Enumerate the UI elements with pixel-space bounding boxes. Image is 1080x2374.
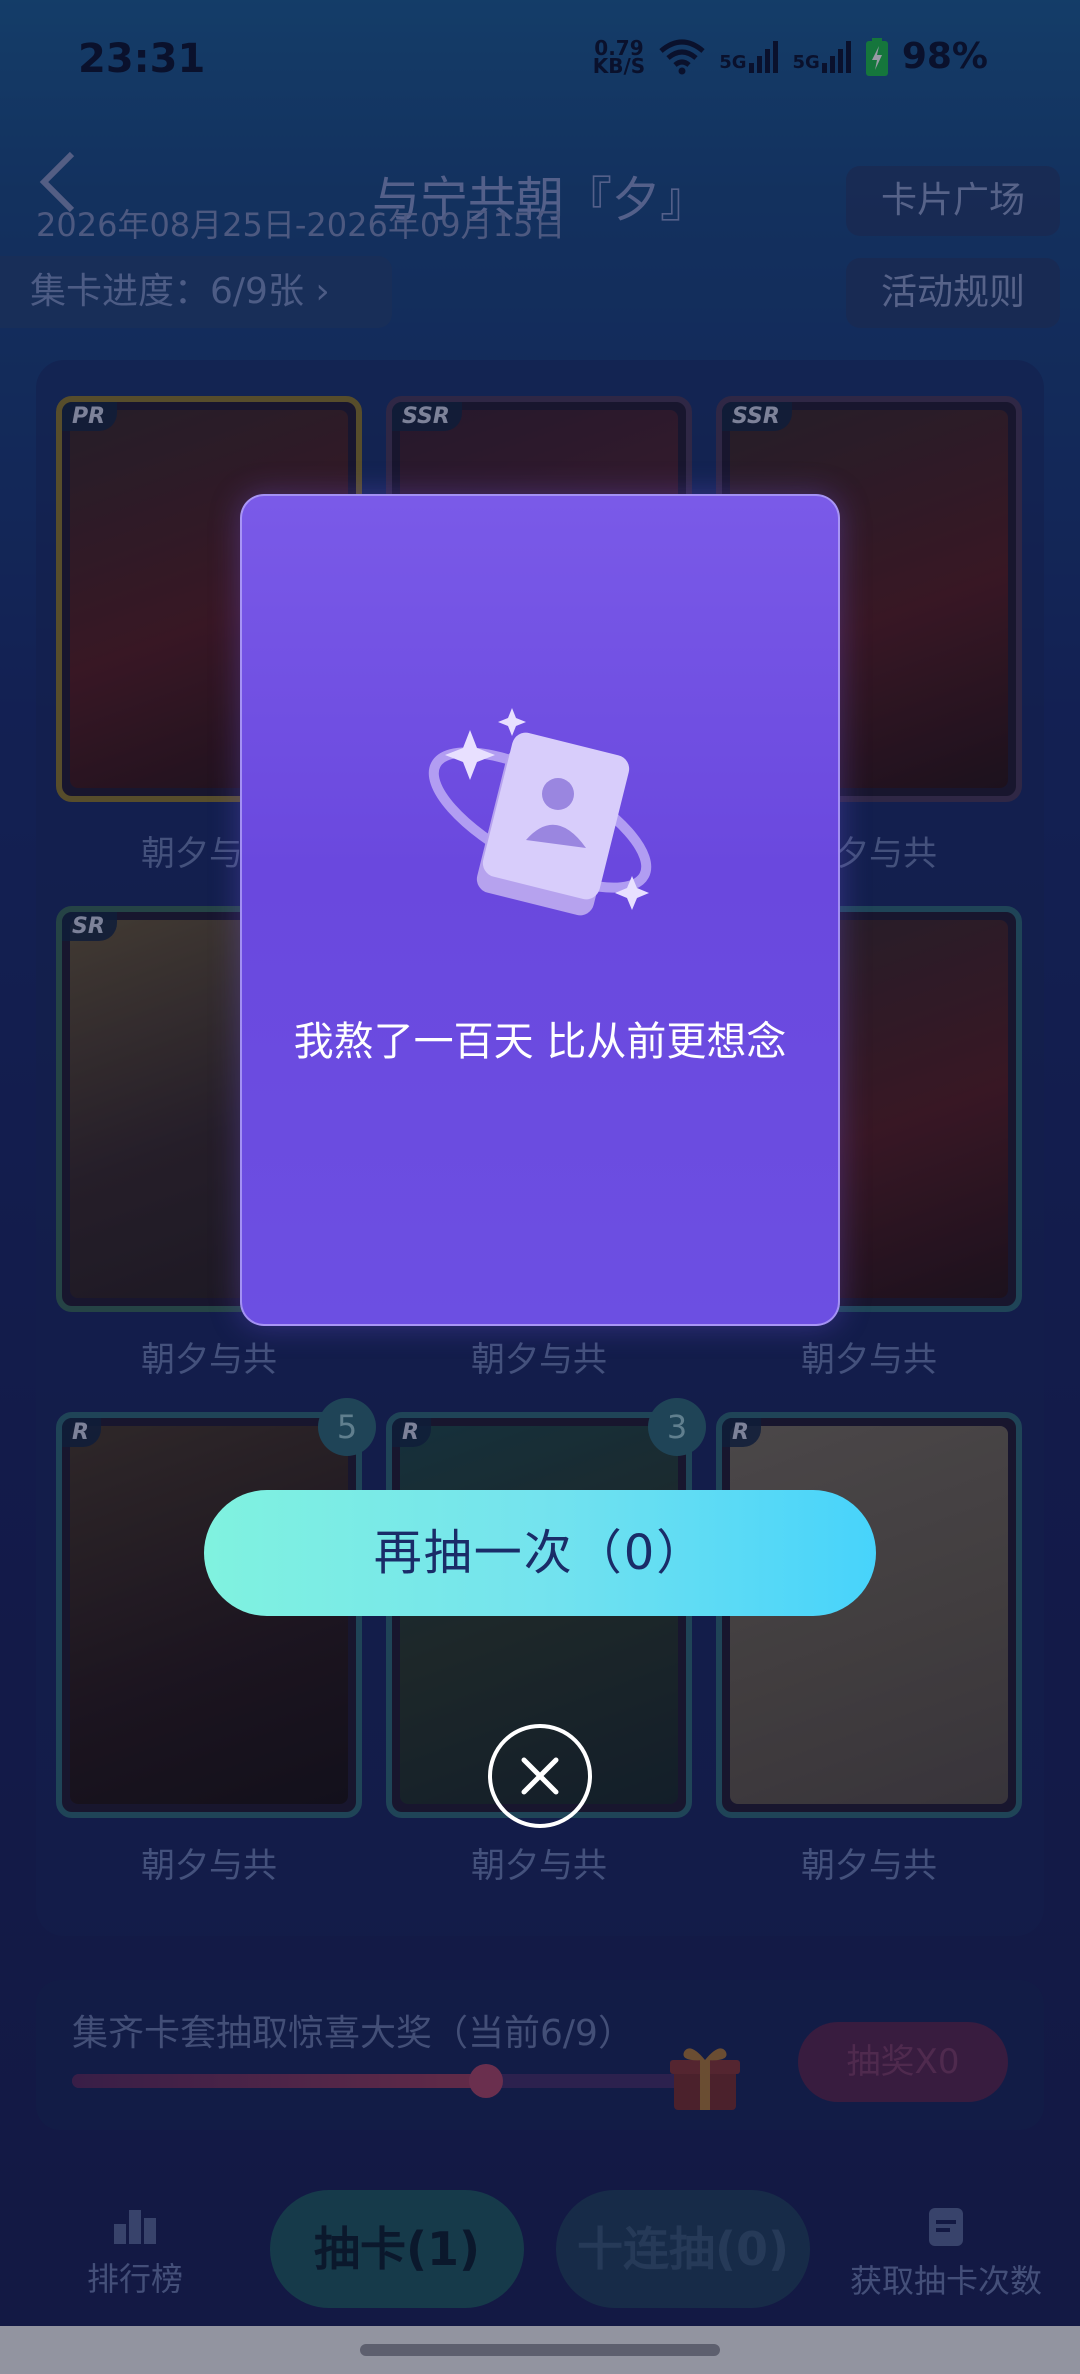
redraw-button[interactable]: 再抽一次（0） bbox=[204, 1490, 876, 1616]
close-button[interactable] bbox=[488, 1724, 592, 1828]
card-deck-icon bbox=[428, 708, 652, 916]
close-icon bbox=[521, 1757, 559, 1795]
modal-message: 我熬了一百天 比从前更想念 bbox=[293, 1019, 787, 1065]
